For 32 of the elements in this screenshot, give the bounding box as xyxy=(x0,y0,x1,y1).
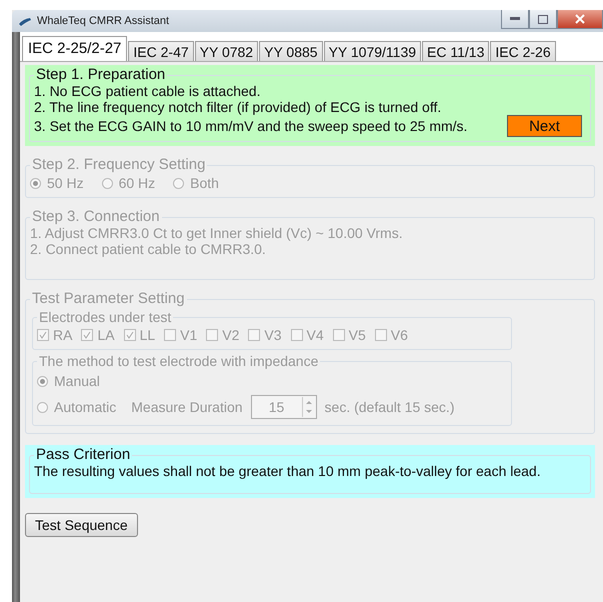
group-title: Step 1. Preparation xyxy=(35,67,166,83)
tab[interactable]: IEC 2-25/2-27 xyxy=(22,36,128,61)
instruction-text: 1. No ECG patient cable is attached. xyxy=(34,83,262,99)
test-sequence-button[interactable]: Test Sequence xyxy=(25,513,138,537)
group-title: The method to test electrode with impedance xyxy=(38,353,320,369)
tab[interactable]: YY 0885 xyxy=(259,41,323,61)
instruction-text: 2. The line frequency notch filter (if provided) of ECG is turned off. xyxy=(34,99,442,115)
maximize-button[interactable] xyxy=(529,10,557,29)
tab[interactable]: EC 11/13 xyxy=(422,41,490,61)
window-title: WhaleTeq CMRR Assistant xyxy=(37,15,170,27)
tab[interactable]: YY 1079/1139 xyxy=(324,41,422,61)
tab[interactable]: IEC 2-26 xyxy=(490,41,556,61)
maximize-icon xyxy=(538,14,548,24)
whale-icon xyxy=(18,16,32,26)
group-title: Electrodes under test xyxy=(38,309,172,325)
tab[interactable]: YY 0782 xyxy=(194,41,258,61)
instruction-text: 2. Connect patient cable to CMRR3.0. xyxy=(30,241,267,257)
group-title: Step 2. Frequency Setting xyxy=(31,157,206,173)
group-title: Step 3. Connection xyxy=(31,209,161,225)
next-button[interactable]: Next xyxy=(507,115,582,137)
tab[interactable]: IEC 2-47 xyxy=(128,41,194,61)
criterion-text: The resulting values shall not be greater than 10 mm peak-to-valley for each lead. xyxy=(34,463,542,479)
instruction-text: 3. Set the ECG GAIN to 10 mm/mV and the sweep speed to 25 mm/s. xyxy=(34,118,468,134)
close-button[interactable] xyxy=(557,10,603,29)
close-icon xyxy=(575,14,585,24)
group-title: Test Parameter Setting xyxy=(31,291,186,307)
instruction-text: 1. Adjust CMRR3.0 Ct to get Inner shield (Vc) ~ 10.00 Vrms. xyxy=(30,225,404,241)
duration-label: Measure Duration xyxy=(131,399,243,415)
minimize-icon xyxy=(510,17,520,21)
group-title: Pass Criterion xyxy=(35,447,132,463)
duration-hint: sec. (default 15 sec.) xyxy=(324,399,454,415)
minimize-button[interactable] xyxy=(501,10,529,29)
